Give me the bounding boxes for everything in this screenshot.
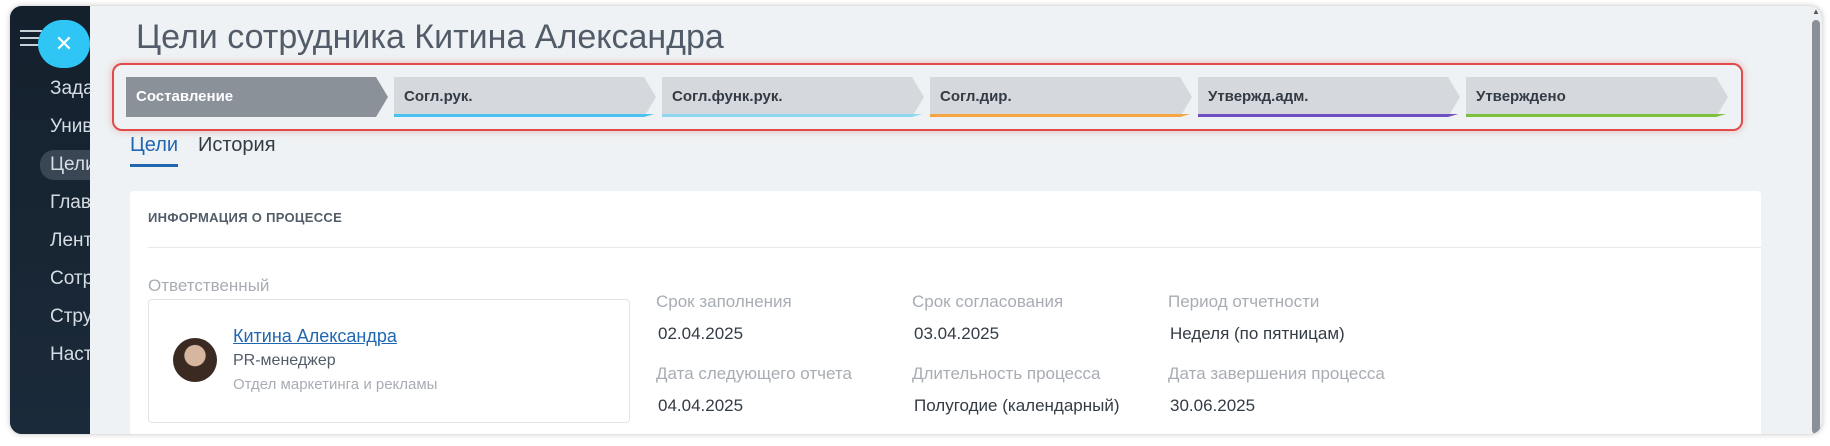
section-heading: ИНФОРМАЦИЯ О ПРОЦЕССЕ	[148, 210, 343, 225]
field-value: 03.04.2025	[914, 324, 1000, 343]
stage-6[interactable]: Утверждено	[1466, 77, 1728, 117]
field-label: Длительность процесса	[912, 364, 1101, 383]
field-fill-deadline: Срок заполнения 02.04.2025	[656, 292, 792, 344]
divider	[148, 247, 1761, 248]
stage-3[interactable]: Согл.функ.рук.	[662, 77, 924, 117]
stage-1[interactable]: Составление	[126, 77, 388, 117]
field-process-end-date: Дата завершения процесса 30.06.2025	[1168, 364, 1385, 416]
field-value: 02.04.2025	[658, 324, 744, 343]
responsible-label: Ответственный	[148, 276, 270, 295]
responsible-card: Китина Александра PR-менеджер Отдел марк…	[148, 299, 630, 423]
field-label: Период отчетности	[1168, 292, 1320, 311]
field-reporting-period: Период отчетности Неделя (по пятницам)	[1168, 292, 1345, 344]
app-window: Задачи Университет Цели Главная Лента Со…	[10, 6, 1822, 434]
avatar[interactable]	[173, 338, 217, 382]
process-stages-bar: Составление Согл.рук. Согл.функ.рук. Согл.д…	[126, 77, 1736, 117]
scroll-up-icon[interactable]: ▲	[1810, 6, 1822, 18]
stage-label: Согл.дир.	[940, 88, 1012, 105]
employee-department: Отдел маркетинга и рекламы	[233, 376, 438, 393]
field-value: Неделя (по пятницам)	[1170, 324, 1345, 343]
field-value: 30.06.2025	[1170, 396, 1256, 415]
left-sidebar: Задачи Университет Цели Главная Лента Со…	[10, 6, 100, 434]
sidebar-item-settings[interactable]: Настройки	[50, 340, 90, 370]
scrollbar[interactable]: ▲	[1810, 6, 1822, 434]
sidebar-item-tasks[interactable]: Задачи	[50, 74, 90, 104]
field-label: Дата следующего отчета	[656, 364, 852, 383]
field-label: Дата завершения процесса	[1168, 364, 1385, 383]
sidebar-item-employees[interactable]: Сотрудники	[50, 264, 90, 294]
stage-label: Утвержд.адм.	[1208, 88, 1309, 105]
scroll-thumb[interactable]	[1812, 20, 1820, 434]
stage-label: Утверждено	[1476, 88, 1566, 105]
field-approval-deadline: Срок согласования 03.04.2025	[912, 292, 1063, 344]
sidebar-item-university[interactable]: Университет	[50, 112, 90, 142]
sidebar-item-home[interactable]: Главная	[50, 188, 90, 218]
field-label: Срок согласования	[912, 292, 1064, 311]
stage-label: Согл.функ.рук.	[672, 88, 783, 105]
tab-history[interactable]: История	[198, 134, 276, 157]
field-next-report-date: Дата следующего отчета 04.04.2025	[656, 364, 852, 416]
stage-5[interactable]: Утвержд.адм.	[1198, 77, 1460, 117]
employee-name-link[interactable]: Китина Александра	[233, 326, 397, 347]
sidebar-item-feed[interactable]: Лента	[50, 226, 90, 256]
main-panel: Цели сотрудника Китина Александра Состав…	[90, 6, 1822, 434]
field-label: Срок заполнения	[656, 292, 792, 311]
stage-label: Согл.рук.	[404, 88, 473, 105]
stage-label: Составление	[136, 88, 234, 105]
field-value: Полугодие (календарный)	[914, 396, 1120, 415]
process-info-card: ИНФОРМАЦИЯ О ПРОЦЕССЕ Ответственный Кити…	[130, 191, 1761, 434]
stage-2[interactable]: Согл.рук.	[394, 77, 656, 117]
page-title: Цели сотрудника Китина Александра	[136, 18, 724, 56]
close-button[interactable]: ✕	[38, 20, 90, 68]
close-icon: ✕	[54, 31, 74, 56]
tab-goals[interactable]: Цели	[130, 134, 178, 157]
field-value: 04.04.2025	[658, 396, 744, 415]
active-tab-indicator	[130, 164, 178, 167]
stage-4[interactable]: Согл.дир.	[930, 77, 1192, 117]
sidebar-item-structure[interactable]: Структура	[50, 302, 90, 332]
employee-position: PR-менеджер	[233, 352, 336, 369]
field-process-duration: Длительность процесса Полугодие (календа…	[912, 364, 1120, 416]
